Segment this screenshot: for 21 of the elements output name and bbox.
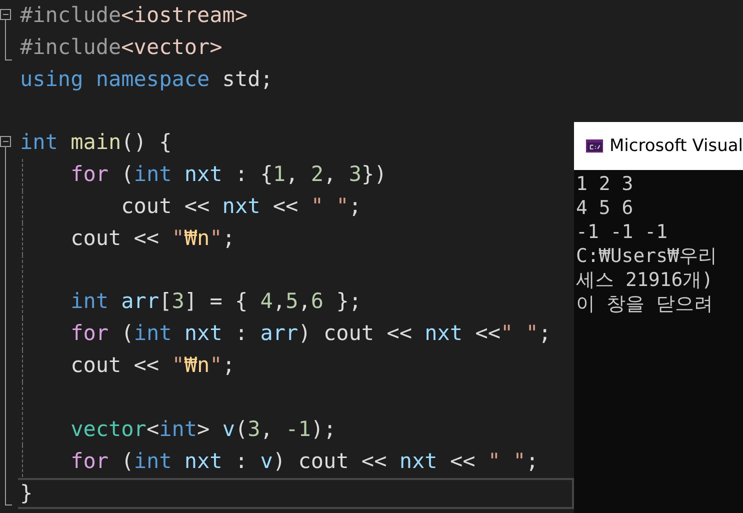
console-app-icon bbox=[586, 137, 604, 155]
code-line: using namespace std; bbox=[19, 66, 274, 93]
code-line: #include<iostream> bbox=[19, 2, 249, 30]
code-line: for (int nxt : {1, 2, 3}) bbox=[70, 161, 388, 188]
code-line: int main() { bbox=[19, 129, 173, 156]
console-output-line: 1 2 3 bbox=[576, 172, 634, 196]
code-line: for (int nxt : arr) cout << nxt <<" "; bbox=[70, 320, 552, 348]
code-line: vector<int> v(3, -1); bbox=[70, 416, 338, 443]
code-line: int arr[3] = { 4,5,6 }; bbox=[70, 288, 362, 316]
console-output-line: 세스 21916개) bbox=[576, 268, 714, 292]
console-output-line: 4 5 6 bbox=[576, 196, 634, 220]
console-output-line: 이 창을 닫으려 bbox=[576, 292, 714, 316]
window-title: Microsoft Visual bbox=[609, 136, 743, 156]
code-line: cout << "₩n"; bbox=[70, 225, 236, 252]
code-line: #include<vector> bbox=[19, 34, 224, 62]
code-line: for (int nxt : v) cout << nxt << " "; bbox=[70, 448, 540, 475]
console-output-line: -1 -1 -1 bbox=[576, 220, 669, 244]
code-line: cout << nxt << " "; bbox=[120, 193, 362, 220]
current-code-line: } bbox=[18, 478, 574, 510]
code-line: cout << "₩n"; bbox=[70, 352, 236, 380]
console-output-line: C:₩Users₩우리 bbox=[576, 244, 718, 268]
